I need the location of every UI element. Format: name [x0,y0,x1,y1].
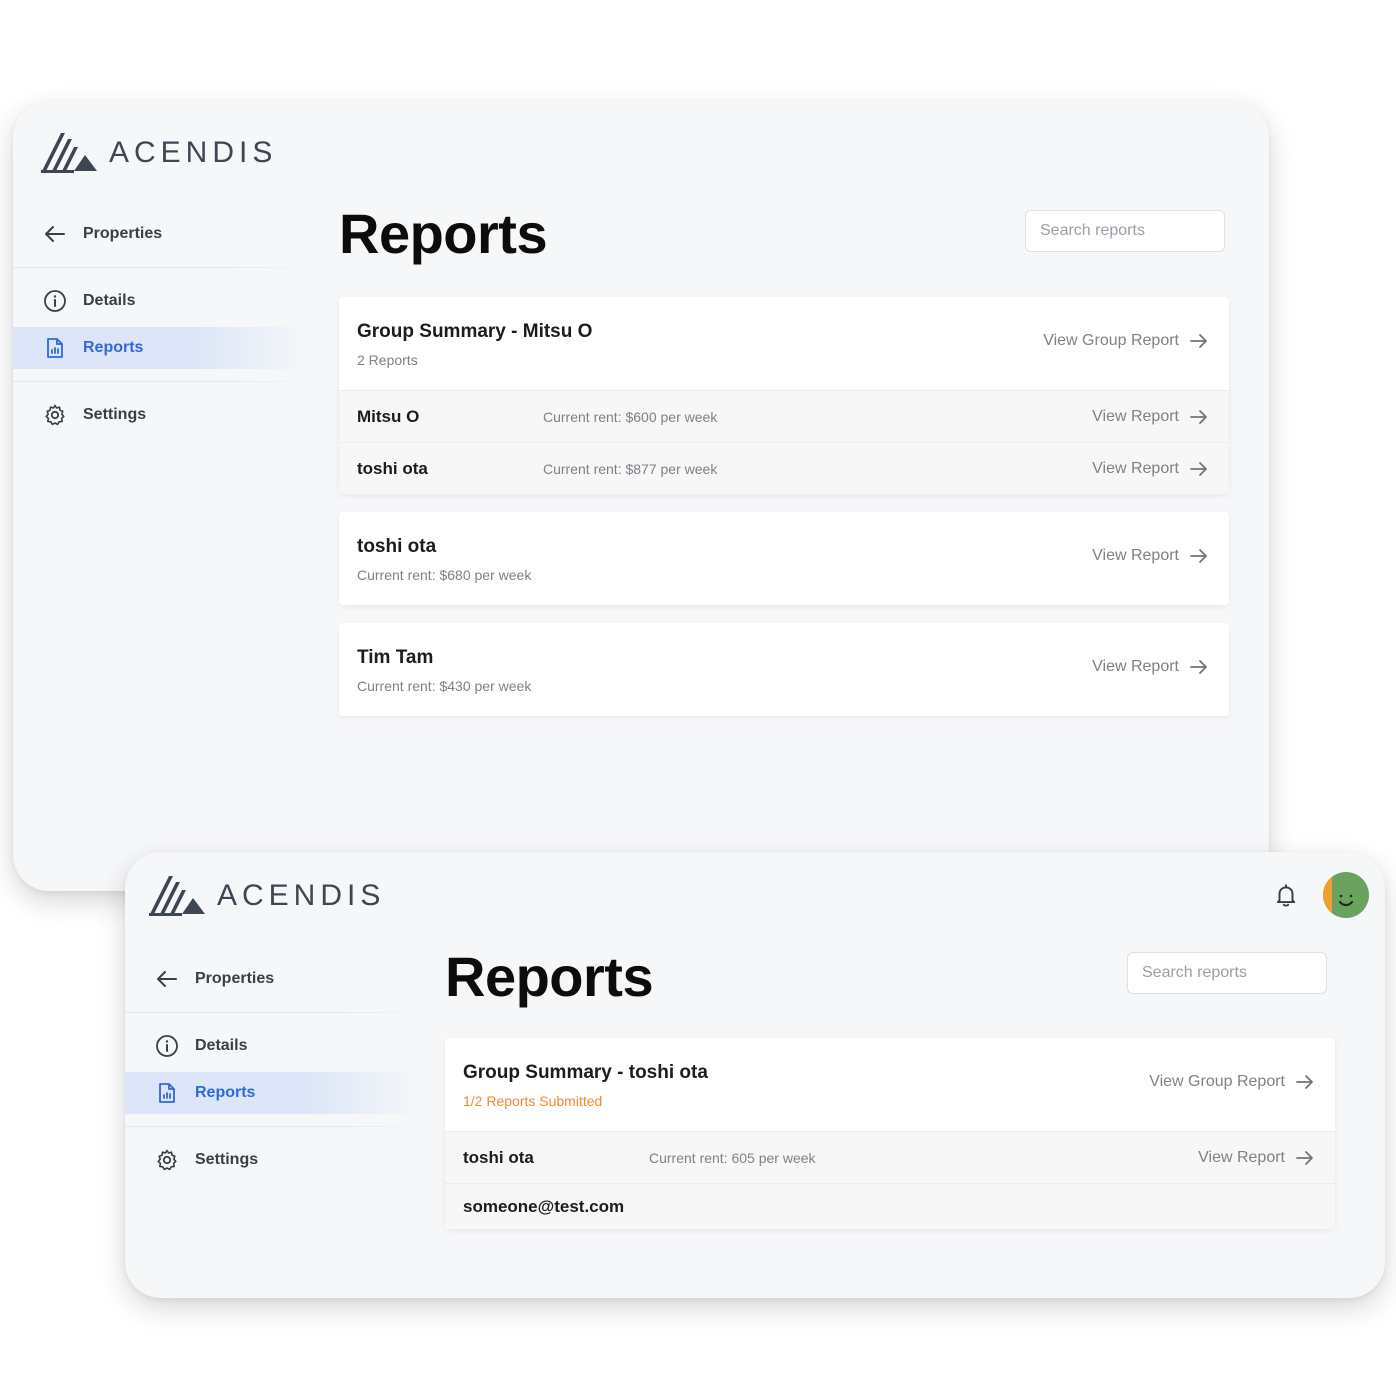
group-member-row: Mitsu O Current rent: $600 per week View… [339,390,1229,442]
info-icon [155,1034,179,1058]
app-window-back: ACENDIS Properties Details Reports Setti… [13,101,1269,891]
back-label: Properties [83,225,163,242]
arrow-right-icon [1190,549,1207,563]
link-label: View Group Report [1149,1073,1285,1090]
arrow-right-icon [1190,461,1207,476]
arrow-right-icon [1296,1075,1313,1089]
group-summary-title: Group Summary - toshi ota [463,1062,708,1083]
search-input[interactable] [1025,210,1225,252]
info-icon [43,289,67,313]
bell-icon[interactable] [1273,882,1299,908]
header-actions [1273,872,1369,918]
back-to-properties-link[interactable]: Properties [125,958,425,1000]
link-label: View Report [1198,1148,1285,1166]
sidebar-item-reports[interactable]: Reports [13,327,313,369]
sidebar-item-label: Reports [195,1084,256,1101]
tenant-name: toshi ota [357,536,437,557]
brand-name: ACENDIS [217,879,386,912]
view-group-report-link[interactable]: View Group Report [1043,331,1209,351]
page-title: Reports [339,202,548,265]
group-summary-count: 2 Reports [357,352,418,368]
tenant-name: toshi ota [357,458,428,478]
sidebar: Properties Details Reports Settings [125,956,425,1181]
submission-status: 1/2 Reports Submitted [463,1093,603,1109]
link-label: View Report [1092,459,1179,477]
sidebar-divider [13,267,313,268]
sidebar-item-label: Reports [83,339,144,356]
view-report-link[interactable]: View Report [1092,657,1209,677]
group-member-row-pending: someone@test.com [445,1183,1335,1229]
view-report-link[interactable]: View Report [1198,1148,1315,1168]
view-report-link[interactable]: View Report [1092,459,1209,479]
back-to-properties-link[interactable]: Properties [13,213,313,255]
current-rent: Current rent: $430 per week [357,678,532,694]
tenant-name: toshi ota [463,1147,534,1167]
gear-icon [155,1148,179,1172]
brand-logo[interactable]: ACENDIS [41,131,277,175]
sidebar: Properties Details Reports Settings [13,211,313,436]
sidebar-divider [125,1126,425,1127]
current-rent: Current rent: 605 per week [649,1149,816,1166]
smiley-face-icon [1338,894,1354,907]
report-icon [155,1081,179,1105]
gear-icon [43,403,67,427]
brand-name: ACENDIS [109,136,278,169]
group-summary-card: Group Summary - Mitsu O 2 Reports View G… [339,297,1229,494]
link-label: View Report [1092,407,1179,425]
sidebar-item-label: Settings [83,406,147,423]
sidebar-divider [13,381,313,382]
sidebar-item-label: Settings [195,1151,259,1168]
group-member-row: toshi ota Current rent: 605 per week Vie… [445,1131,1335,1183]
search-input[interactable] [1127,952,1327,994]
avatar[interactable] [1323,872,1369,918]
sidebar-item-label: Details [195,1037,248,1054]
acendis-logo-icon [41,133,97,173]
group-summary-title: Group Summary - Mitsu O [357,321,593,342]
link-label: View Group Report [1043,332,1179,349]
report-list: Group Summary - toshi ota 1/2 Reports Su… [445,1038,1335,1247]
arrow-left-icon [43,222,67,246]
app-window-front: ACENDIS Properties Details Reports Setti… [125,852,1385,1298]
current-rent: Current rent: $680 per week [357,567,532,583]
sidebar-item-reports[interactable]: Reports [125,1072,425,1114]
sidebar-item-details[interactable]: Details [13,280,313,322]
arrow-right-icon [1296,1150,1313,1165]
page-title: Reports [445,945,654,1008]
current-rent: Current rent: $877 per week [543,460,718,477]
sidebar-divider [125,1012,425,1013]
tenant-name: Tim Tam [357,647,434,668]
report-icon [43,336,67,360]
sidebar-item-settings[interactable]: Settings [125,1139,425,1181]
tenant-name: Mitsu O [357,406,420,426]
report-card: toshi ota Current rent: $680 per week Vi… [339,512,1229,605]
view-report-link[interactable]: View Report [1092,407,1209,427]
back-label: Properties [195,970,275,987]
sidebar-item-settings[interactable]: Settings [13,394,313,436]
arrow-right-icon [1190,660,1207,674]
arrow-right-icon [1190,409,1207,424]
group-member-row: toshi ota Current rent: $877 per week Vi… [339,442,1229,494]
link-label: View Report [1092,547,1179,564]
report-card: Tim Tam Current rent: $430 per week View… [339,623,1229,716]
view-report-link[interactable]: View Report [1092,546,1209,566]
sidebar-item-details[interactable]: Details [125,1025,425,1067]
view-group-report-link[interactable]: View Group Report [1149,1072,1315,1092]
arrow-right-icon [1190,334,1207,348]
arrow-left-icon [155,967,179,991]
acendis-logo-icon [149,876,205,916]
brand-logo[interactable]: ACENDIS [149,874,385,918]
report-list: Group Summary - Mitsu O 2 Reports View G… [339,297,1229,734]
tenant-email: someone@test.com [463,1196,625,1216]
sidebar-item-label: Details [83,292,136,309]
current-rent: Current rent: $600 per week [543,408,718,425]
link-label: View Report [1092,658,1179,675]
group-summary-card: Group Summary - toshi ota 1/2 Reports Su… [445,1038,1335,1229]
